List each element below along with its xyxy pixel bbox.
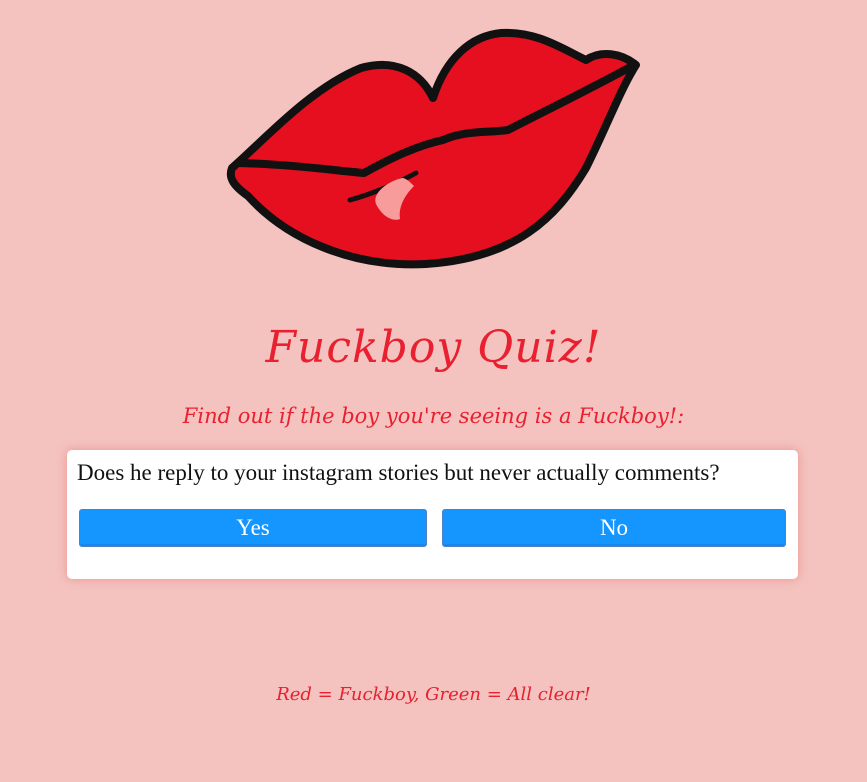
- yes-button[interactable]: Yes: [79, 509, 427, 547]
- color-legend: Red = Fuckboy, Green = All clear!: [276, 684, 591, 705]
- lips-icon: [226, 28, 640, 269]
- question-text: Does he reply to your instagram stories …: [77, 460, 720, 485]
- quiz-title: Fuckboy Quiz!: [265, 322, 602, 373]
- no-button[interactable]: No: [442, 509, 786, 547]
- question-card: Does he reply to your instagram stories …: [67, 450, 798, 579]
- quiz-subtitle: Find out if the boy you're seeing is a F…: [182, 404, 685, 428]
